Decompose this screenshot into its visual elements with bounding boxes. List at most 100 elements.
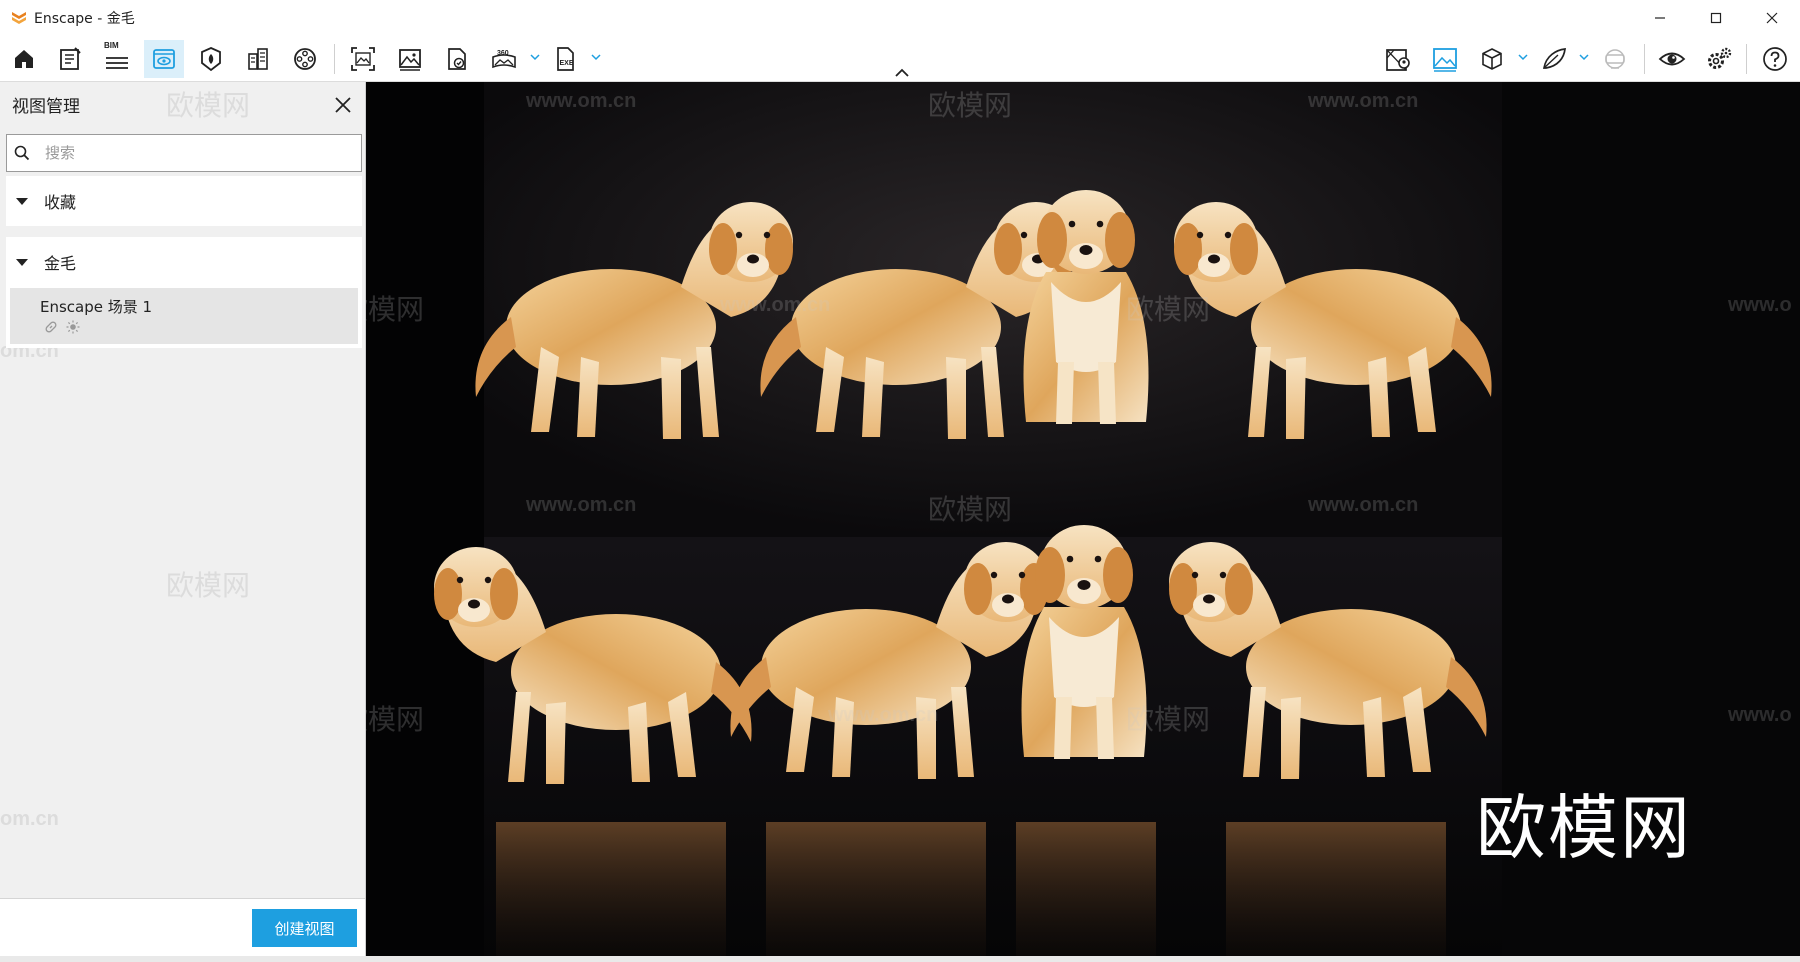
export-file-icon bbox=[448, 48, 466, 70]
search-icon bbox=[7, 135, 37, 171]
search-box bbox=[6, 134, 362, 172]
view-icon bbox=[1658, 52, 1686, 66]
watermark-text: 欧模网 bbox=[1126, 293, 1211, 326]
caret-down-icon bbox=[6, 258, 38, 267]
group-label: 收藏 bbox=[44, 193, 77, 212]
watermark-url: www.o bbox=[1728, 294, 1792, 316]
link-icon bbox=[45, 321, 57, 333]
map-button[interactable] bbox=[1378, 40, 1418, 78]
minimize-button[interactable] bbox=[1632, 0, 1688, 36]
bim-button[interactable]: BIM bbox=[97, 40, 137, 78]
svg-text:EXE: EXE bbox=[560, 60, 574, 67]
screenshot-button[interactable] bbox=[390, 40, 430, 78]
render-mode-icon bbox=[1433, 48, 1457, 72]
batch-render-icon bbox=[351, 47, 375, 71]
chevron-up-icon bbox=[895, 68, 909, 77]
chevron-down-icon bbox=[530, 54, 540, 61]
watermark-text: 欧模网 bbox=[166, 89, 251, 122]
group-label: 金毛 bbox=[44, 254, 77, 273]
toolbar-separator bbox=[1746, 44, 1747, 74]
leaf-dropdown[interactable] bbox=[1577, 51, 1591, 65]
watermark-url: www.om.cn bbox=[526, 90, 637, 112]
title-bar: Enscape - 金毛 bbox=[0, 0, 1800, 36]
panorama-icon: 360 bbox=[492, 50, 516, 69]
chevron-down-icon bbox=[591, 54, 601, 61]
panorama-button[interactable]: 360 bbox=[484, 40, 524, 78]
watermark-text: 欧模网 bbox=[366, 293, 425, 326]
asset-library-icon bbox=[201, 47, 221, 72]
export-exe-icon: EXE bbox=[557, 47, 574, 71]
watermark-url: www.om.cn bbox=[526, 494, 637, 516]
render-mode-button[interactable] bbox=[1425, 40, 1465, 78]
close-icon bbox=[335, 97, 351, 113]
export-dropdown[interactable] bbox=[589, 51, 603, 65]
maximize-icon bbox=[1710, 12, 1722, 24]
bim-label: BIM bbox=[104, 41, 119, 50]
home-icon bbox=[15, 50, 33, 68]
close-icon bbox=[1766, 12, 1778, 24]
help-icon bbox=[1763, 47, 1787, 71]
close-window-button[interactable] bbox=[1744, 0, 1800, 36]
toolbar-separator bbox=[334, 44, 335, 74]
toolbar-separator bbox=[1644, 44, 1645, 74]
vr-headset-icon bbox=[1605, 49, 1625, 69]
panel-title: 视图管理 bbox=[12, 97, 80, 117]
batch-render-button[interactable] bbox=[343, 40, 383, 78]
visual-settings-icon bbox=[153, 49, 175, 69]
notes-button[interactable] bbox=[50, 40, 90, 78]
enscape-logo-icon bbox=[12, 12, 26, 24]
watermark-url: www.om.cn bbox=[1308, 494, 1419, 516]
visual-settings-button[interactable] bbox=[144, 40, 184, 78]
site-context-icon bbox=[248, 48, 268, 70]
map-icon bbox=[1386, 49, 1410, 71]
settings-button[interactable] bbox=[1699, 40, 1739, 78]
cube-icon bbox=[1482, 48, 1502, 70]
home-button[interactable] bbox=[4, 40, 44, 78]
minimize-icon bbox=[1655, 17, 1665, 19]
watermark-text: 欧模网 bbox=[166, 569, 251, 602]
video-editor-icon bbox=[294, 48, 316, 70]
maximize-button[interactable] bbox=[1688, 0, 1744, 36]
group-header[interactable]: 收藏 bbox=[6, 176, 362, 226]
group-favorites: 收藏 bbox=[6, 176, 362, 226]
window-title: Enscape - 金毛 bbox=[34, 11, 135, 27]
big-watermark: 欧模网 bbox=[1476, 787, 1692, 869]
watermark-text: 欧模网 bbox=[1126, 703, 1211, 736]
vr-headset-button[interactable] bbox=[1595, 40, 1635, 78]
watermark-text: 欧模网 bbox=[928, 493, 1013, 526]
video-editor-button[interactable] bbox=[285, 40, 325, 78]
group-header[interactable]: 金毛 bbox=[6, 237, 362, 287]
toolbar-collapse-handle[interactable] bbox=[892, 66, 912, 78]
watermark-text: 欧模网 bbox=[366, 703, 425, 736]
site-context-button[interactable] bbox=[238, 40, 278, 78]
caret-down-icon bbox=[6, 197, 38, 206]
watermark-url: www.om.cn bbox=[1308, 90, 1419, 112]
create-view-button[interactable]: 创建视图 bbox=[252, 909, 357, 947]
help-button[interactable] bbox=[1755, 40, 1795, 78]
cube-button[interactable] bbox=[1472, 40, 1512, 78]
group-golden-retriever: 金毛 Enscape 场景 1 bbox=[6, 237, 362, 348]
chevron-down-icon bbox=[1518, 54, 1528, 61]
panel-footer: 创建视图 bbox=[0, 898, 365, 956]
panel-close-button[interactable] bbox=[330, 92, 356, 118]
view-item[interactable]: Enscape 场景 1 bbox=[10, 288, 358, 344]
cube-dropdown[interactable] bbox=[1516, 51, 1530, 65]
render-viewport[interactable]: www.om.cn 欧模网 www.om.cn 欧模网 www.om.cn 欧模… bbox=[366, 82, 1800, 956]
screenshot-icon bbox=[399, 49, 421, 71]
view-name: Enscape 场景 1 bbox=[40, 298, 153, 316]
notes-icon bbox=[60, 47, 81, 70]
asset-library-button[interactable] bbox=[191, 40, 231, 78]
chevron-down-icon bbox=[1579, 54, 1589, 61]
window-controls bbox=[1632, 0, 1800, 36]
watermark-url: www.om.cn bbox=[720, 294, 831, 316]
view-management-panel: 欧模网 om.cn 欧模网 om.cn 视图管理 收藏 金毛 Enscape 场… bbox=[0, 82, 366, 956]
panorama-dropdown[interactable] bbox=[528, 51, 542, 65]
export-button[interactable] bbox=[437, 40, 477, 78]
watermark-text: 欧模网 bbox=[928, 89, 1013, 122]
leaf-icon bbox=[1542, 48, 1566, 69]
search-input[interactable] bbox=[37, 144, 337, 162]
export-exe-button[interactable]: EXE bbox=[546, 40, 586, 78]
view-button[interactable] bbox=[1652, 40, 1692, 78]
watermark-url: www.om.cn bbox=[828, 704, 939, 726]
leaf-button[interactable] bbox=[1534, 40, 1574, 78]
